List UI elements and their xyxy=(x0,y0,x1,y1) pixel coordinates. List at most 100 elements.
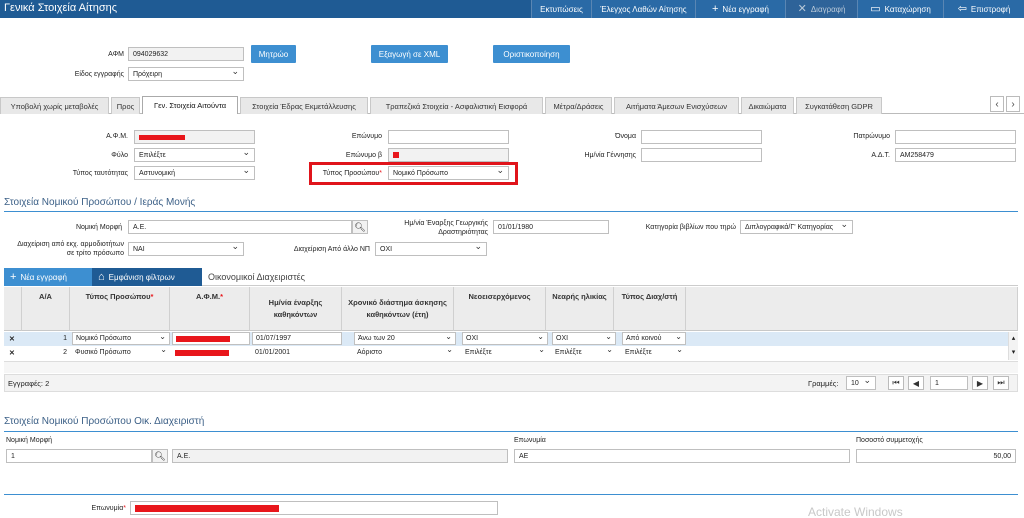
managers-tab[interactable]: Οικονομικοί Διαχειριστές xyxy=(208,272,305,282)
back-arrow-icon: ⇦ xyxy=(957,2,967,15)
table-row[interactable]: ✕ 1 Νομικό Πρόσωπο 01/07/1997 Άνω των 20… xyxy=(4,332,1008,346)
other-np-label: Διαχείριση Από άλλο ΝΠ xyxy=(293,246,370,253)
rows-per-page-label: Γραμμές: xyxy=(808,379,839,388)
page-number-input[interactable]: 1 xyxy=(930,376,968,390)
grid-header-action xyxy=(4,287,22,331)
records-count: Εγγραφές: 2 xyxy=(8,379,50,388)
row-period-select[interactable]: Άνω των 20 xyxy=(354,332,456,345)
row-person-type-select[interactable]: Φυσικό Πρόσωπο xyxy=(72,345,170,359)
row-young-select[interactable]: Επιλέξτε xyxy=(552,345,616,359)
registry-button[interactable]: Μητρώο xyxy=(251,45,296,63)
father-name-input[interactable] xyxy=(895,130,1016,144)
tab-measures[interactable]: Μέτρα/Δράσεις xyxy=(545,97,612,114)
manager-section-title: Στοιχεία Νομικού Προσώπου Οικ. Διαχειρισ… xyxy=(4,416,205,427)
show-filters-button[interactable]: ⌂ Εμφάνιση φίλτρων xyxy=(92,268,202,286)
prev-page-icon: ◀ xyxy=(912,378,920,388)
row-num: 2 xyxy=(63,349,67,356)
applicant-afm-label: Α.Φ.Μ. xyxy=(106,133,128,140)
manager-form-code-input[interactable]: 1 xyxy=(6,449,152,463)
row-person-type-select[interactable]: Νομικό Πρόσωπο xyxy=(72,332,170,345)
chevron-right-icon: › xyxy=(1011,98,1015,110)
rows-per-page-select[interactable]: 10 xyxy=(846,375,876,390)
tab-no-changes[interactable]: Υποβολή χωρίς μεταβολές xyxy=(0,97,109,114)
prev-page-button[interactable]: ◀ xyxy=(908,376,924,390)
first-page-button[interactable]: ⏮ xyxy=(888,376,904,390)
close-icon: ✕ xyxy=(797,2,807,15)
other-np-select[interactable]: ΟΧΙ xyxy=(375,241,487,256)
afm-label: ΑΦΜ xyxy=(108,51,124,58)
back-button[interactable]: ⇦ Επιστροφή xyxy=(943,0,1024,18)
tab-headquarters[interactable]: Στοιχεία Έδρας Εκμετάλλευσης xyxy=(240,97,368,114)
row-period-select[interactable]: Αόριστο xyxy=(354,345,456,359)
plus-icon: + xyxy=(711,2,719,15)
table-row[interactable]: ✕ 2 Φυσικό Πρόσωπο 01/01/2001 Αόριστο Επ… xyxy=(4,345,1008,360)
save-button[interactable]: ▭ Καταχώρηση xyxy=(857,0,943,18)
tab-scroll-left[interactable]: ‹ xyxy=(990,96,1004,112)
row-manager-type-select[interactable]: Από κοινού xyxy=(622,332,686,345)
first-page-icon: ⏮ xyxy=(892,378,900,387)
legal-form-label: Νομική Μορφή xyxy=(75,224,122,231)
person-type-label: Τύπος Προσώπου* xyxy=(322,170,382,177)
bottom-name-input[interactable] xyxy=(130,501,498,515)
row-young-select[interactable]: ΟΧΙ xyxy=(552,332,616,345)
tab-to[interactable]: Προς xyxy=(111,97,140,114)
start-date-input[interactable]: 01/01/1980 xyxy=(493,220,609,234)
id-type-select[interactable]: Αστυνομική xyxy=(134,165,255,180)
mgmt-select[interactable]: ΝΑΙ xyxy=(128,241,244,256)
legal-form-search-button[interactable]: 🔍︎ xyxy=(352,220,368,234)
person-type-select[interactable]: Νομικό Πρόσωπο xyxy=(388,165,509,180)
grid-header-person-type: Τύπος Προσώπου * xyxy=(70,287,170,331)
chevron-down-icon: ▾ xyxy=(1011,349,1016,356)
row-afm[interactable] xyxy=(172,346,250,359)
surname-input[interactable] xyxy=(388,130,509,144)
grid-new-button[interactable]: + Νέα εγγραφή xyxy=(4,268,92,286)
last-page-button[interactable]: ⏭ xyxy=(993,376,1009,390)
row-start-date[interactable]: 01/07/1997 xyxy=(252,332,342,345)
tab-gdpr[interactable]: Συγκατάθεση GDPR xyxy=(796,97,882,114)
row-start-date[interactable]: 01/01/2001 xyxy=(252,346,342,359)
delete-button[interactable]: ✕ Διαγραφή xyxy=(785,0,857,18)
row-manager-type-select[interactable]: Επιλέξτε xyxy=(622,345,686,359)
afm-field[interactable]: 094029632 xyxy=(128,47,244,61)
redacted-value xyxy=(139,134,185,140)
grid-scrollbar[interactable]: ▴ ▾ xyxy=(1008,332,1018,360)
legal-form-input[interactable]: Α.Ε. xyxy=(128,220,352,234)
tab-bank-insurance[interactable]: Τραπεζικά Στοιχεία - Ασφαλιστική Εισφορά xyxy=(370,97,543,114)
delete-row-icon[interactable]: ✕ xyxy=(6,346,20,359)
birth-date-input[interactable] xyxy=(641,148,762,162)
name-input[interactable] xyxy=(641,130,762,144)
tab-rights[interactable]: Δικαιώματα xyxy=(741,97,794,114)
books-select[interactable]: Διπλογραφικά/Γ' Κατηγορίας xyxy=(740,219,853,234)
save-icon: ▭ xyxy=(870,2,881,15)
start-date-label: Ημ/νία Έναρξης Γεωργικής Δραστηριότητας xyxy=(404,220,488,237)
tab-scroll-right[interactable]: › xyxy=(1006,96,1020,112)
legal-section-title: Στοιχεία Νομικού Προσώπου / Ιεράς Μονής xyxy=(4,197,196,208)
row-newcomer-select[interactable]: ΟΧΙ xyxy=(462,332,548,345)
record-type-select[interactable]: Πρόχειρη xyxy=(128,66,244,81)
prints-button[interactable]: Εκτυπώσεις xyxy=(531,0,591,18)
manager-form-value: Α.Ε. xyxy=(172,449,508,463)
row-newcomer-select[interactable]: Επιλέξτε xyxy=(462,345,548,359)
delete-row-icon[interactable]: ✕ xyxy=(6,332,20,345)
sex-select[interactable]: Επιλέξτε xyxy=(134,147,255,162)
grid-horizontal-scrollbar[interactable] xyxy=(4,361,1018,373)
manager-form-search-button[interactable]: 🔍︎ xyxy=(152,449,168,463)
applicant-afm-field[interactable] xyxy=(134,130,255,144)
tab-direct-payments[interactable]: Αιτήματα Άμεσων Ενισχύσεων xyxy=(614,97,739,114)
surname2-input[interactable] xyxy=(388,148,509,162)
participation-input[interactable]: 50,00 xyxy=(856,449,1016,463)
export-xml-button[interactable]: Εξαγωγή σε XML xyxy=(371,45,448,63)
next-page-button[interactable]: ▶ xyxy=(972,376,988,390)
tab-applicant-general[interactable]: Γεν. Στοιχεία Αιτούντα xyxy=(142,96,238,114)
adt-input[interactable]: ΑΜ258479 xyxy=(895,148,1016,162)
row-afm[interactable] xyxy=(172,332,250,345)
redacted-value xyxy=(393,152,399,158)
search-icon: 🔍︎ xyxy=(154,450,166,461)
error-check-button[interactable]: Έλεγχος Λαθών Αίτησης xyxy=(591,0,695,18)
redacted-value xyxy=(135,504,279,512)
manager-name-input[interactable]: ΑΕ xyxy=(514,449,850,463)
new-record-button[interactable]: + Νέα εγγραφή xyxy=(695,0,785,18)
sex-label: Φύλο xyxy=(111,152,128,159)
chevron-left-icon: ‹ xyxy=(995,98,999,110)
finalize-button[interactable]: Οριστικοποίηση xyxy=(493,45,570,63)
